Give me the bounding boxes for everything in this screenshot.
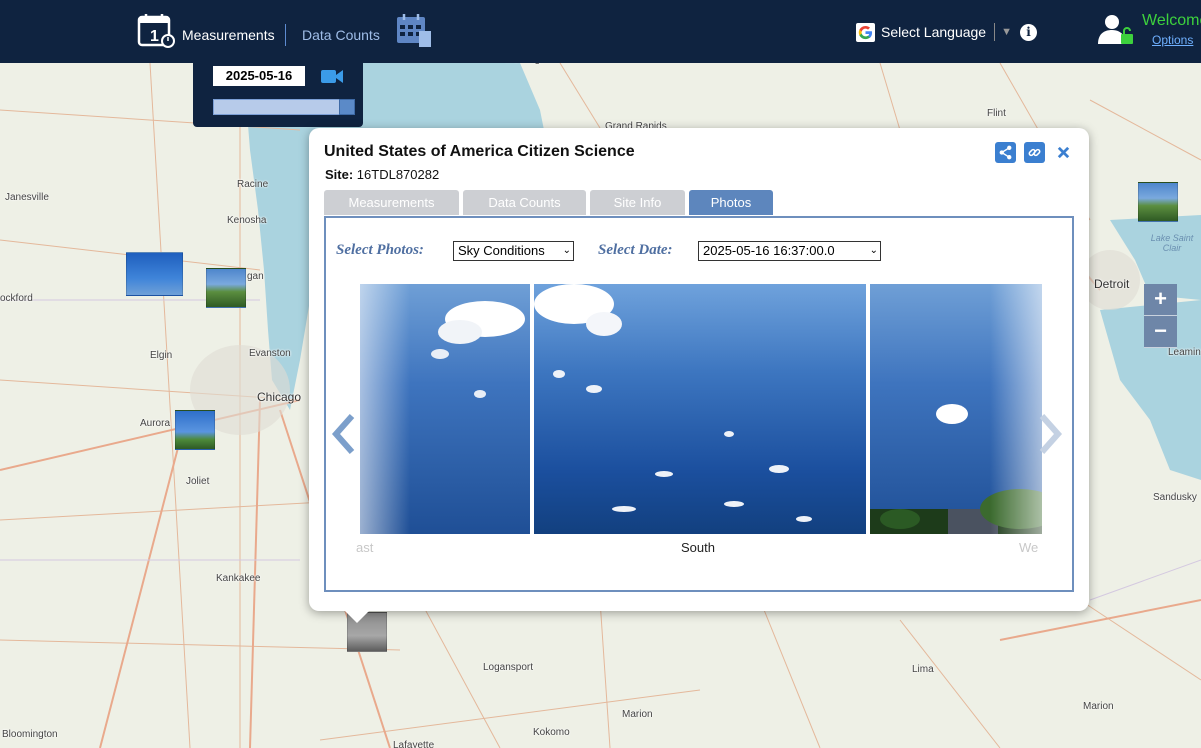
next-arrow-icon[interactable] [1036,414,1064,454]
select-date-dropdown[interactable]: 2025-05-16 16:37:00.0 ⌄ [698,241,881,261]
site-label: Site: [325,167,354,182]
popup-tabs: Measurements Data Counts Site Info Photo… [324,190,773,215]
map-place: Elgin [150,350,173,361]
select-photos-dropdown[interactable]: Sky Conditions ⌄ [453,241,574,261]
select-date-value: 2025-05-16 16:37:00.0 [703,243,835,258]
photo-carousel [360,284,1042,534]
map-place: Joliet [186,476,210,487]
google-icon [856,22,875,42]
video-camera-icon[interactable] [320,66,344,86]
chevron-down-icon: ⌄ [869,245,878,256]
zoom-out-button[interactable]: − [1144,316,1177,348]
site-line: Site: 16TDL870282 [325,167,439,182]
map-place: Aurora [140,418,171,429]
map-place: Racine [237,179,269,190]
date-slider-fill [214,100,354,114]
tab-data-counts[interactable]: Data Counts [463,190,586,215]
current-date: 2025-05-16 [213,66,305,86]
tab-site-info[interactable]: Site Info [590,190,685,215]
options-link[interactable]: Options [1152,33,1193,47]
date-slider[interactable] [213,99,355,115]
select-photos-value: Sky Conditions [458,243,545,258]
site-id: 16TDL870282 [356,167,440,182]
photo-fade [990,284,1042,534]
svg-text:1: 1 [150,28,159,45]
photo-fade [360,284,410,534]
cloud-graphic [534,284,812,522]
zoom-in-button[interactable]: + [1144,284,1177,316]
map-place: Lima [912,664,934,675]
photos-pane: Select Photos: Sky Conditions ⌄ Select D… [324,216,1074,592]
map-place: Leamin [1168,347,1201,358]
map-place: Flint [987,108,1006,119]
welcome-text: Welcome [1142,12,1201,29]
map-place: Detroit [1094,277,1130,291]
caption-east: ast [356,540,374,555]
share-button[interactable] [995,142,1016,163]
map-place: Marion [622,709,653,720]
photo-marker[interactable] [175,410,215,450]
map-place: Bloomington [2,729,58,740]
map-place: Evanston [249,348,291,359]
close-button[interactable] [1053,142,1074,163]
map-place: gan [247,271,264,282]
nav-measurements[interactable]: Measurements [182,27,275,43]
photo-east[interactable] [360,284,530,534]
dropdown-arrow-icon: ▼ [1001,26,1012,38]
user-lock-icon[interactable] [1097,13,1135,45]
map-place: Chicago [257,390,302,404]
language-selector[interactable]: Select Language ▼ [856,22,1012,42]
photo-south[interactable] [534,284,866,534]
tab-measurements[interactable]: Measurements [324,190,459,215]
select-date-label: Select Date: [598,242,673,258]
select-photos-label: Select Photos: [336,242,424,258]
map-place: Lake Saint Clair [1150,233,1194,253]
top-bar: 1 Measurements Data Counts Select Langua… [0,0,1201,63]
language-label: Select Language [881,24,987,40]
caption-south: South [681,540,715,555]
popup-toolbar [995,142,1074,163]
previous-arrow-icon[interactable] [330,414,358,454]
link-icon [1028,148,1041,157]
calendar-grid-icon[interactable] [395,13,433,49]
map-place: ockford [0,293,33,304]
map-place: Marion [1083,701,1114,712]
date-slider-handle[interactable] [339,99,355,115]
map-place: Janesville [5,192,49,203]
photo-west[interactable] [870,284,1042,534]
photo-marker[interactable] [126,252,183,296]
photo-marker[interactable] [206,268,246,308]
info-icon[interactable]: i [1020,24,1037,41]
nav-divider [285,24,286,46]
map-place: Logansport [483,662,534,673]
caption-west: We [1019,540,1039,555]
map-place: Kenosha [227,215,267,226]
close-icon [1057,146,1070,159]
link-button[interactable] [1024,142,1045,163]
calendar-day-icon[interactable]: 1 [137,13,175,49]
map-place: Lafayette [393,740,435,748]
date-panel: 2025-05-16 [193,63,363,127]
map-place: Kokomo [533,727,570,738]
nav-data-counts[interactable]: Data Counts [302,27,380,43]
language-divider [994,23,996,41]
photo-marker[interactable] [1138,182,1178,222]
map-place: Sandusky [1153,492,1197,503]
chevron-down-icon: ⌄ [562,245,571,256]
zoom-control: + − [1144,284,1177,348]
share-icon [999,145,1012,160]
site-popup: United States of America Citizen Science… [309,128,1089,611]
popup-pointer [345,611,369,623]
map-place: Kankakee [216,573,261,584]
tab-photos[interactable]: Photos [689,190,773,215]
popup-title: United States of America Citizen Science [324,143,635,160]
